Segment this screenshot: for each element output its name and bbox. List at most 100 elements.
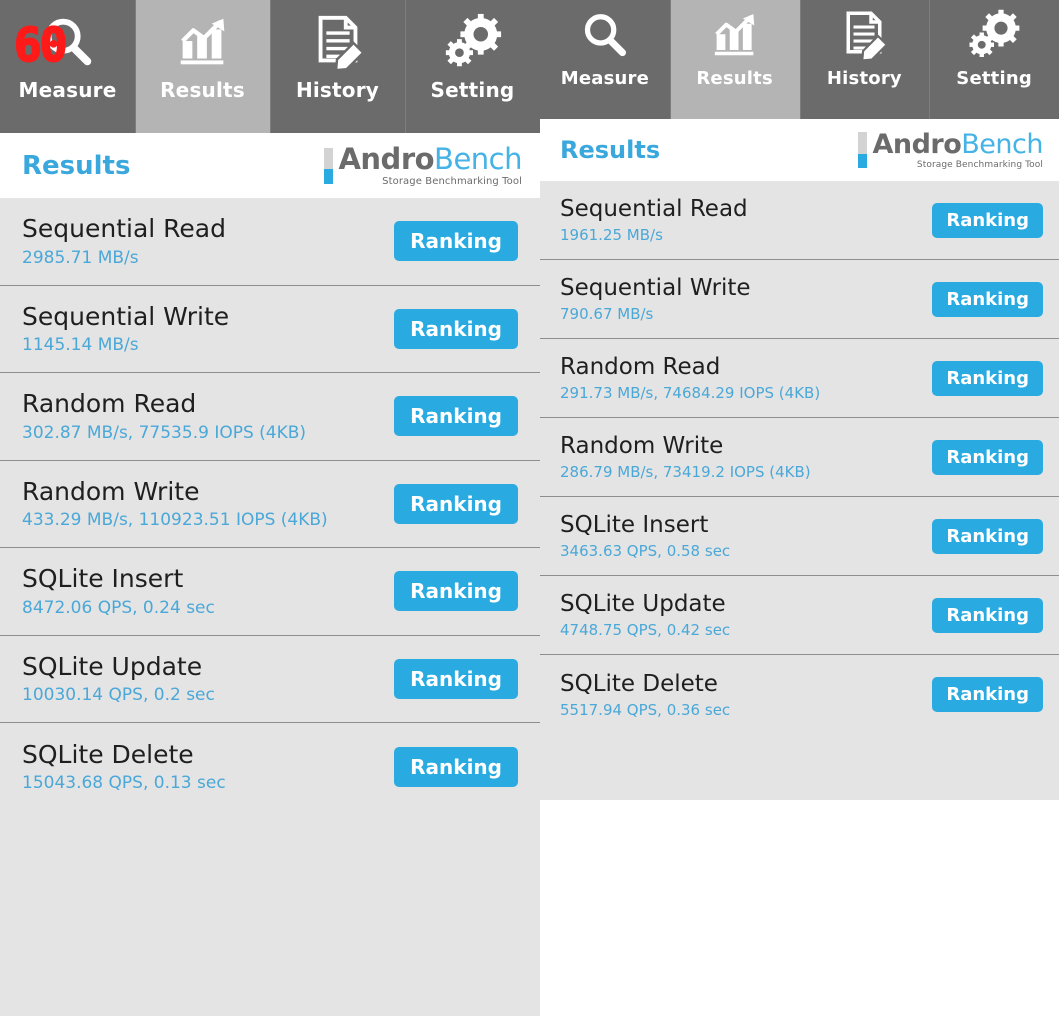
result-row: Sequential Read 2985.71 MB/s Ranking bbox=[0, 198, 540, 286]
ranking-button[interactable]: Ranking bbox=[394, 746, 518, 787]
androbench-logo: AndroBench Storage Benchmarking Tool bbox=[858, 131, 1043, 170]
ranking-button[interactable]: Ranking bbox=[932, 281, 1043, 317]
result-row-texts: Sequential Read 2985.71 MB/s bbox=[22, 214, 226, 268]
result-row: Sequential Write 1145.14 MB/s Ranking bbox=[0, 286, 540, 373]
tab-measure-label: Measure bbox=[560, 68, 650, 89]
result-value: 10030.14 QPS, 0.2 sec bbox=[22, 685, 215, 706]
result-row: Random Write 433.29 MB/s, 110923.51 IOPS … bbox=[0, 461, 540, 548]
tab-setting[interactable]: Setting bbox=[405, 0, 540, 133]
result-row: Sequential Read 1961.25 MB/s Ranking bbox=[540, 181, 1059, 260]
result-row-texts: SQLite Delete 15043.68 QPS, 0.13 sec bbox=[22, 739, 226, 794]
result-value: 15043.68 QPS, 0.13 sec bbox=[22, 773, 226, 794]
result-title: Sequential Read bbox=[22, 214, 226, 244]
tab-setting[interactable]: Setting bbox=[929, 0, 1059, 119]
result-value: 8472.06 QPS, 0.24 sec bbox=[22, 597, 215, 618]
result-title: SQLite Insert bbox=[22, 564, 184, 594]
fps-counter-overlay: 60 bbox=[13, 18, 68, 72]
ranking-button[interactable]: Ranking bbox=[932, 518, 1043, 554]
tab-history[interactable]: History bbox=[799, 0, 930, 119]
result-title: SQLite Delete bbox=[560, 670, 718, 697]
gears-icon bbox=[440, 12, 506, 74]
device-panel-left: 60 Measure Results History Setting Resul… bbox=[0, 0, 540, 1016]
logo-tagline: Storage Benchmarking Tool bbox=[916, 159, 1043, 170]
result-row-texts: Random Read 291.73 MB/s, 74684.29 IOPS (4… bbox=[560, 354, 820, 402]
page-title: Results bbox=[22, 150, 131, 181]
magnifier-icon bbox=[575, 8, 635, 64]
result-title: Random Read bbox=[560, 354, 721, 381]
ranking-button[interactable]: Ranking bbox=[932, 202, 1043, 238]
result-value: 1145.14 MB/s bbox=[22, 335, 139, 356]
result-title: SQLite Update bbox=[22, 651, 203, 681]
result-row: SQLite Delete 15043.68 QPS, 0.13 sec Ranki… bbox=[0, 723, 540, 811]
result-row-texts: SQLite Delete 5517.94 QPS, 0.36 sec bbox=[560, 671, 730, 719]
result-value: 286.79 MB/s, 73419.2 IOPS (4KB) bbox=[560, 463, 811, 482]
tab-measure[interactable]: Measure bbox=[540, 0, 670, 119]
app-header: Results AndroBench Storage Benchmarking … bbox=[0, 133, 540, 198]
result-title: Random Read bbox=[22, 389, 197, 419]
result-title: Sequential Read bbox=[560, 196, 748, 223]
result-title: Random Write bbox=[560, 433, 724, 460]
ranking-button[interactable]: Ranking bbox=[394, 571, 518, 612]
logo-bar-icon bbox=[858, 132, 868, 168]
result-row-texts: Random Write 286.79 MB/s, 73419.2 IOPS (4… bbox=[560, 433, 811, 481]
tab-bar: Measure Results History Setting bbox=[540, 0, 1059, 119]
result-row-texts: Random Read 302.87 MB/s, 77535.9 IOPS (4K… bbox=[22, 389, 307, 443]
ranking-button[interactable]: Ranking bbox=[932, 360, 1043, 396]
result-row: SQLite Update 4748.75 QPS, 0.42 sec Rankin… bbox=[540, 576, 1059, 655]
tab-setting-label: Setting bbox=[430, 78, 515, 102]
tab-results-label: Results bbox=[160, 78, 245, 102]
logo-word-andro: Andro bbox=[872, 128, 962, 160]
result-row-texts: Random Write 433.29 MB/s, 110923.51 IOPS … bbox=[22, 477, 328, 531]
result-row: Random Read 291.73 MB/s, 74684.29 IOPS (4… bbox=[540, 339, 1059, 418]
result-row-texts: SQLite Update 10030.14 QPS, 0.2 sec bbox=[22, 651, 215, 706]
result-row-texts: SQLite Update 4748.75 QPS, 0.42 sec bbox=[560, 591, 730, 639]
document-pencil-icon bbox=[834, 8, 894, 64]
tab-history[interactable]: History bbox=[270, 0, 405, 133]
ranking-button[interactable]: Ranking bbox=[394, 658, 518, 699]
result-row: SQLite Insert 3463.63 QPS, 0.58 sec Rankin… bbox=[540, 497, 1059, 576]
ranking-button[interactable]: Ranking bbox=[394, 308, 518, 349]
logo-word-bench: Bench bbox=[961, 128, 1043, 160]
ranking-button[interactable]: Ranking bbox=[394, 396, 518, 437]
result-value: 291.73 MB/s, 74684.29 IOPS (4KB) bbox=[560, 384, 821, 403]
result-title: SQLite Insert bbox=[560, 512, 709, 539]
result-row: SQLite Delete 5517.94 QPS, 0.36 sec Rankin… bbox=[540, 655, 1059, 734]
ranking-button[interactable]: Ranking bbox=[932, 677, 1043, 712]
result-value: 3463.63 QPS, 0.58 sec bbox=[560, 542, 731, 561]
tab-history-label: History bbox=[826, 68, 902, 89]
tab-results[interactable]: Results bbox=[669, 0, 800, 119]
result-value: 302.87 MB/s, 77535.9 IOPS (4KB) bbox=[22, 422, 307, 443]
tab-measure-label: Measure bbox=[18, 78, 117, 102]
result-value: 790.67 MB/s bbox=[560, 305, 654, 324]
result-row: Sequential Write 790.67 MB/s Ranking bbox=[540, 260, 1059, 339]
tab-bar: Measure Results History Setting bbox=[0, 0, 540, 133]
result-row: Random Write 286.79 MB/s, 73419.2 IOPS (4… bbox=[540, 418, 1059, 497]
tab-results[interactable]: Results bbox=[135, 0, 270, 133]
document-pencil-icon bbox=[305, 12, 371, 74]
app-header: Results AndroBench Storage Benchmarking … bbox=[540, 119, 1059, 181]
ranking-button[interactable]: Ranking bbox=[932, 597, 1043, 633]
result-value: 433.29 MB/s, 110923.51 IOPS (4KB) bbox=[22, 510, 328, 531]
ranking-button[interactable]: Ranking bbox=[394, 483, 518, 524]
screenshot-comparison: 60 Measure Results History Setting Resul… bbox=[0, 0, 1059, 1016]
result-row: SQLite Update 10030.14 QPS, 0.2 sec Rankin… bbox=[0, 636, 540, 723]
result-value: 1961.25 MB/s bbox=[560, 226, 663, 245]
ranking-button[interactable]: Ranking bbox=[394, 221, 518, 262]
result-value: 2985.71 MB/s bbox=[22, 247, 139, 268]
bar-chart-icon bbox=[170, 12, 236, 74]
result-value: 5517.94 QPS, 0.36 sec bbox=[560, 700, 731, 719]
result-title: SQLite Delete bbox=[22, 739, 194, 769]
bar-chart-icon bbox=[705, 8, 765, 64]
tab-results-label: Results bbox=[696, 68, 773, 89]
androbench-logo: AndroBench Storage Benchmarking Tool bbox=[324, 141, 522, 187]
result-row: SQLite Insert 8472.06 QPS, 0.24 sec Rankin… bbox=[0, 548, 540, 636]
logo-bar-icon bbox=[324, 147, 334, 184]
device-panel-right: Measure Results History Setting Results … bbox=[540, 0, 1059, 1002]
result-row-texts: SQLite Insert 8472.06 QPS, 0.24 sec bbox=[22, 564, 215, 618]
logo-word-bench: Bench bbox=[434, 141, 522, 176]
results-list-left: Sequential Read 2985.71 MB/s Ranking Sequen… bbox=[0, 198, 540, 1016]
page-title: Results bbox=[560, 136, 661, 164]
ranking-button[interactable]: Ranking bbox=[932, 439, 1043, 475]
logo-word-andro: Andro bbox=[338, 141, 435, 176]
result-value: 4748.75 QPS, 0.42 sec bbox=[560, 621, 731, 640]
